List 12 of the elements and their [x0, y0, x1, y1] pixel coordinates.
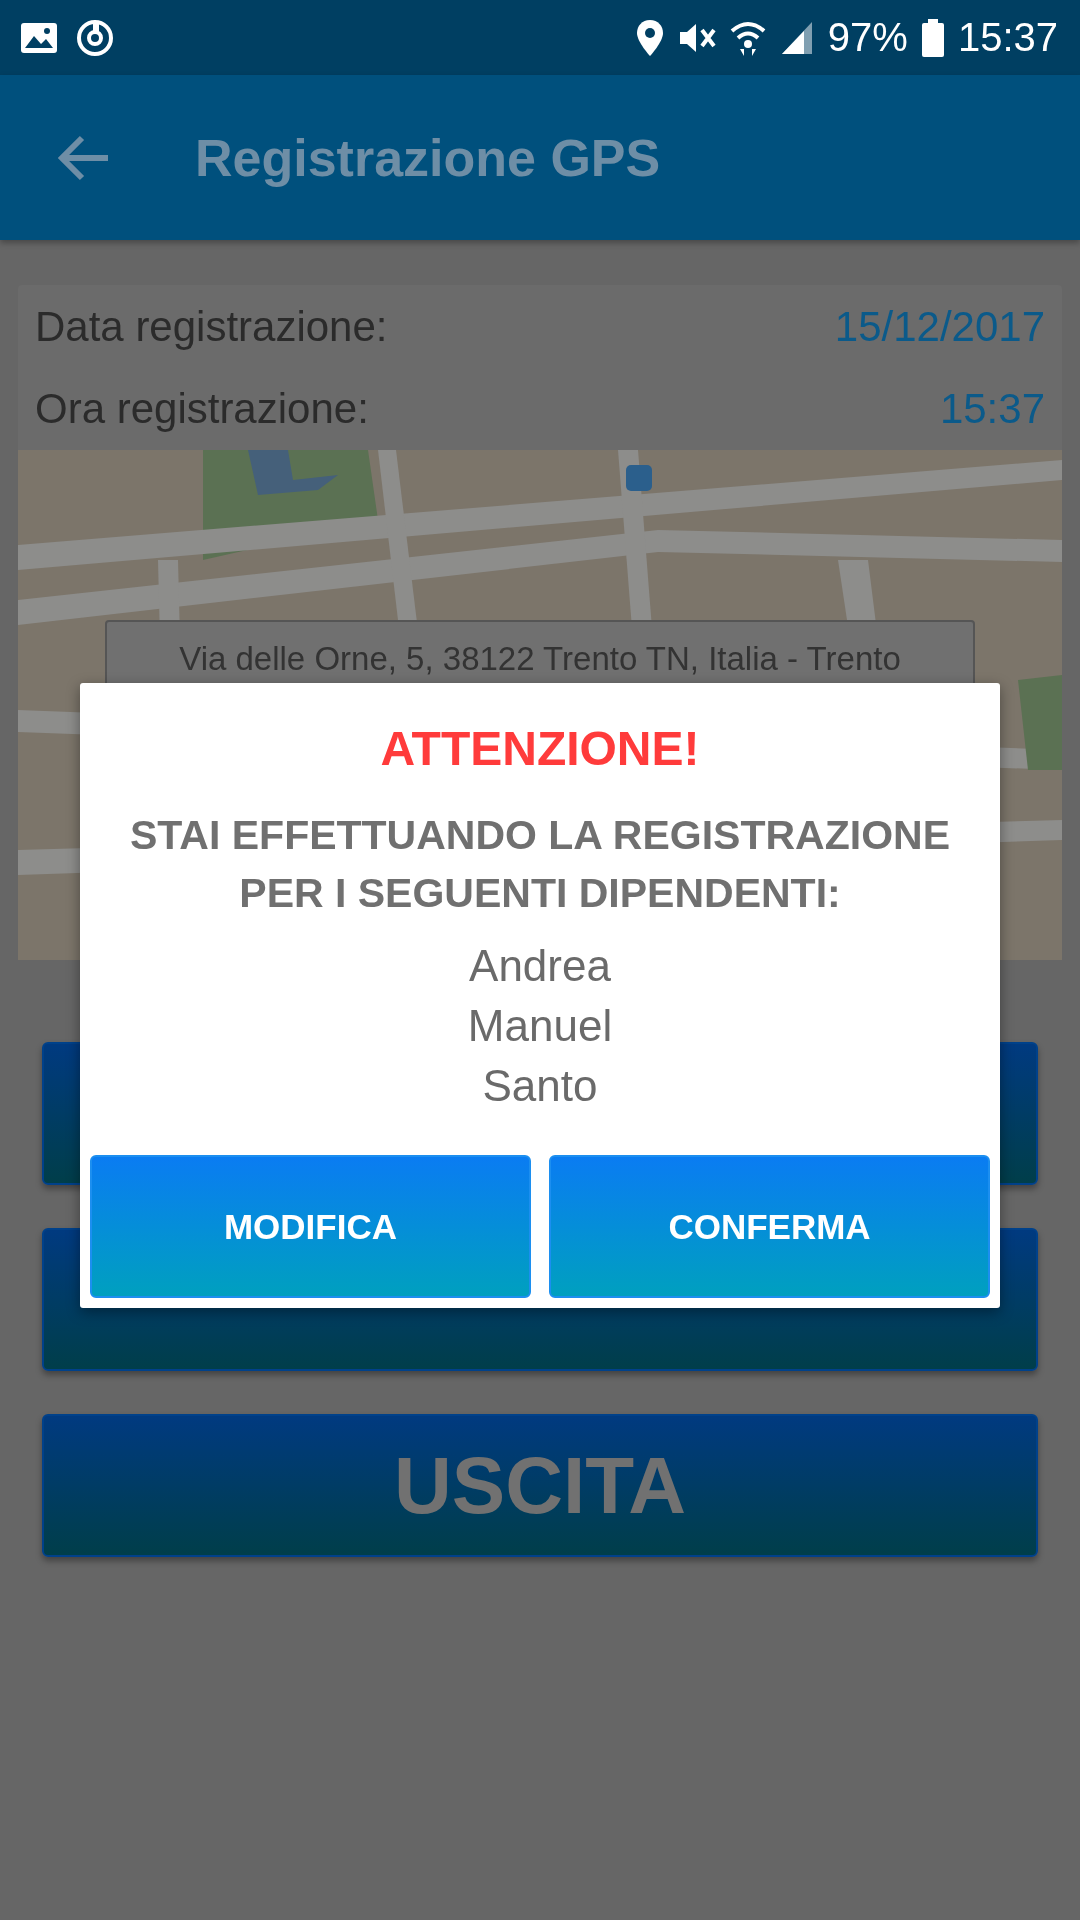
dialog-title: ATTENZIONE! — [380, 721, 700, 776]
clock-time: 15:37 — [957, 15, 1058, 60]
employee-name: Andrea — [469, 940, 611, 992]
field-label: Data registrazione: — [35, 302, 388, 351]
screen-title: Registrazione GPS — [195, 127, 661, 188]
employee-name: Santo — [482, 1060, 598, 1112]
battery-percentage: 97% — [827, 15, 908, 60]
field-label: Ora registrazione: — [35, 384, 369, 433]
field-value: 15/12/2017 — [834, 302, 1045, 351]
dialog-message: STAI EFFETTUANDO LA REGISTRAZIONE PER I SEGUENTI DIPENDENTI: — [129, 811, 951, 918]
employee-name: Manuel — [467, 1000, 613, 1052]
field-value: 15:37 — [939, 384, 1045, 433]
